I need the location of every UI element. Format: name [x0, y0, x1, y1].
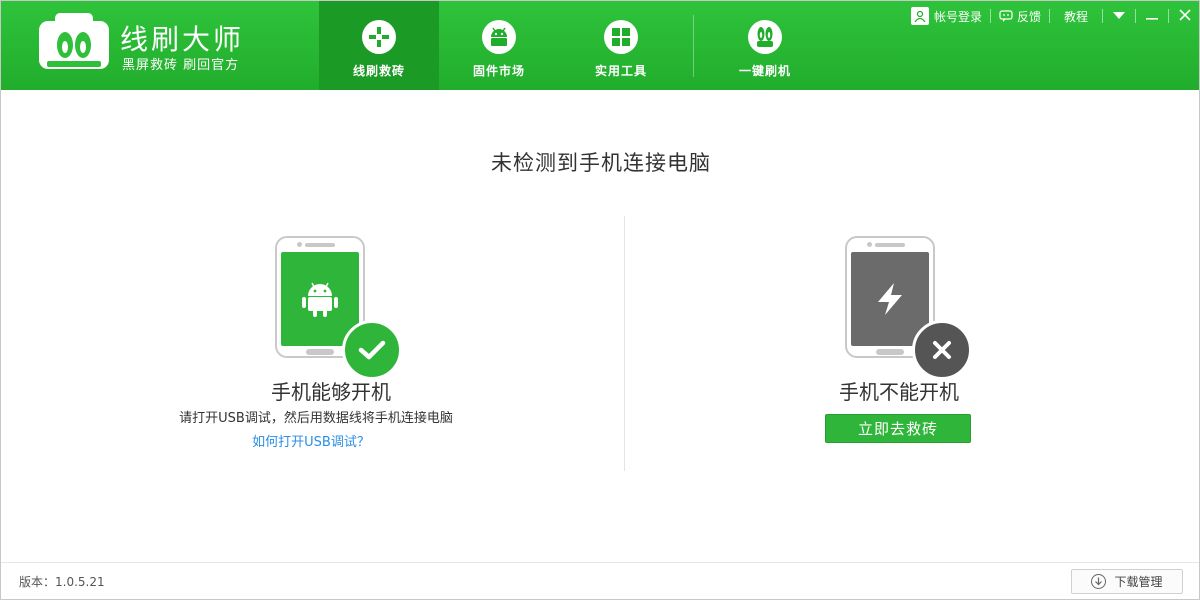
minimize-button[interactable]: [1136, 5, 1168, 27]
version-label: 版本：1.0.5.21: [19, 575, 105, 589]
android-icon: [482, 20, 516, 54]
title-bar-controls: 帐号登录 反馈 教程: [903, 5, 1199, 27]
tab-one-click-flash[interactable]: 一键刷机: [705, 1, 825, 90]
app-title: 线刷大师: [120, 23, 245, 56]
rescue-now-button[interactable]: 立即去救砖: [825, 414, 971, 443]
close-button[interactable]: [1169, 5, 1199, 27]
minimize-icon: [1146, 9, 1158, 23]
download-manager-button[interactable]: 下载管理: [1071, 569, 1183, 594]
unbootable-option-title: 手机不能开机: [839, 380, 959, 404]
x-badge-icon: [912, 320, 972, 380]
windows-grid-icon: [604, 20, 638, 54]
tab-label: 固件市场: [472, 64, 525, 78]
feedback-label: 反馈: [1016, 9, 1041, 24]
tutorial-label: 教程: [1063, 9, 1088, 24]
android-robot-icon: [302, 282, 338, 317]
login-label: 帐号登录: [933, 9, 982, 24]
app-window: 线刷大师 黑屏救砖 刷回官方 线刷救砖 固件市场 实用工具 一键刷机 帐号登录 …: [0, 0, 1200, 600]
user-icon: [910, 7, 929, 25]
download-icon: [1091, 574, 1107, 589]
options-divider: [624, 216, 625, 471]
plus-grid-icon: [362, 20, 396, 54]
usb-debug-instruction: 请打开USB调试，然后用数据线将手机连接电脑: [179, 411, 453, 426]
check-badge-icon: [342, 320, 402, 380]
feedback-icon: [999, 10, 1013, 22]
rabbit-logo-icon: [47, 32, 101, 67]
tab-label: 实用工具: [594, 64, 647, 78]
tutorial-button[interactable]: 教程: [1050, 8, 1102, 25]
login-button[interactable]: 帐号登录: [903, 7, 990, 25]
lightning-icon: [878, 283, 902, 315]
tab-label: 线刷救砖: [352, 64, 405, 78]
rabbit-icon: [748, 20, 782, 54]
nav-divider: [693, 15, 694, 77]
tab-label: 一键刷机: [738, 64, 791, 78]
header-bar: 线刷大师 黑屏救砖 刷回官方 线刷救砖 固件市场 实用工具 一键刷机 帐号登录 …: [1, 1, 1199, 90]
status-footer: 版本：1.0.5.21 下载管理: [1, 562, 1199, 599]
tab-firmware-market[interactable]: 固件市场: [439, 1, 559, 90]
close-icon: [1179, 8, 1191, 24]
bootable-option-title: 手机能够开机: [271, 380, 391, 404]
download-manager-label: 下载管理: [1114, 575, 1163, 589]
app-logo: [39, 13, 109, 69]
chevron-down-icon: [1113, 9, 1125, 23]
app-subtitle: 黑屏救砖 刷回官方: [122, 58, 240, 73]
tab-flash-rescue[interactable]: 线刷救砖: [319, 1, 439, 90]
how-to-enable-usb-link[interactable]: 如何打开USB调试？: [211, 431, 411, 450]
feedback-button[interactable]: 反馈: [991, 8, 1049, 25]
tab-utilities[interactable]: 实用工具: [561, 1, 681, 90]
connection-status-title: 未检测到手机连接电脑: [491, 151, 711, 175]
menu-dropdown-button[interactable]: [1103, 5, 1135, 27]
